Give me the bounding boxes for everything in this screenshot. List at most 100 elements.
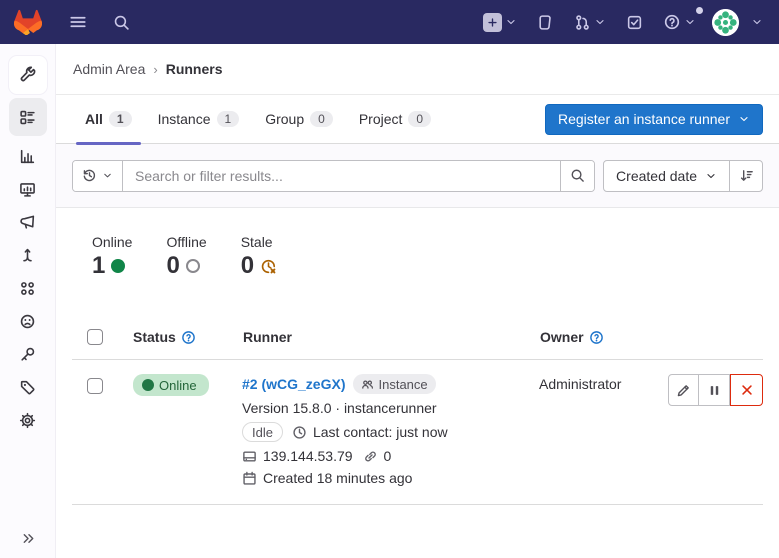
frown-face-icon (19, 313, 36, 330)
todos-icon[interactable] (622, 10, 647, 35)
runner-row: Online #2 (wCG_zeGX) Instance Version (72, 360, 763, 505)
issues-icon[interactable] (533, 10, 558, 35)
stat-stale-label: Stale (241, 234, 277, 250)
runner-created-line: Created 18 minutes ago (242, 470, 527, 486)
tab-group-label: Group (265, 111, 304, 127)
close-x-icon (740, 383, 754, 397)
stale-clock-icon (260, 258, 277, 275)
chevron-down-icon (505, 16, 517, 28)
tab-all-count: 1 (109, 111, 132, 127)
megaphone-icon (19, 214, 36, 231)
search-icon (570, 168, 585, 183)
sidebar-item-messages[interactable] (9, 206, 47, 239)
delete-runner-button[interactable] (730, 374, 763, 406)
filter-bar: Created date (56, 144, 779, 208)
edit-runner-button[interactable] (668, 374, 699, 406)
stat-offline: Offline 0 (166, 234, 206, 315)
chevron-down-icon (594, 16, 606, 28)
search-input[interactable] (123, 161, 560, 191)
column-header-owner: Owner (540, 329, 584, 345)
link-icon (363, 449, 378, 464)
user-avatar[interactable] (712, 9, 739, 36)
chevron-down-icon (102, 170, 113, 181)
tab-all-label: All (85, 111, 103, 127)
runner-last-contact-text: Last contact: just now (313, 424, 448, 440)
sidebar-item-overview[interactable] (9, 98, 47, 136)
users-icon (361, 378, 374, 391)
sidebar-item-settings[interactable] (9, 404, 47, 437)
notification-dot (696, 7, 703, 14)
runner-stats: Online 1 Offline 0 Stale 0 (56, 208, 779, 315)
history-icon (82, 168, 97, 183)
key-icon (19, 346, 36, 363)
filter-history-button[interactable] (73, 161, 123, 191)
register-button-label: Register an instance runner (558, 111, 730, 127)
column-header-runner: Runner (243, 329, 292, 345)
pause-icon (708, 384, 721, 397)
tab-instance-count: 1 (217, 111, 240, 127)
sidebar-item-system-hooks[interactable] (9, 239, 47, 272)
runner-actions (668, 374, 763, 406)
hook-icon (19, 247, 36, 264)
chevron-down-icon (738, 113, 750, 125)
runner-summary-cell: #2 (wCG_zeGX) Instance Version 15.8.0 · … (230, 374, 527, 486)
register-instance-runner-button[interactable]: Register an instance runner (545, 104, 763, 135)
stat-offline-value: 0 (166, 252, 179, 280)
breadcrumb-admin-area[interactable]: Admin Area (73, 61, 145, 77)
runner-version-text: Version 15.8.0 · instancerunner (242, 400, 437, 416)
top-navbar (0, 0, 779, 44)
merge-requests-icon[interactable] (570, 10, 610, 35)
help-menu-button[interactable] (659, 9, 700, 35)
runner-version-line: Version 15.8.0 · instancerunner (242, 400, 527, 416)
runner-type-text: Instance (378, 377, 427, 392)
chevron-down-icon (684, 16, 696, 28)
chevron-down-icon (751, 16, 763, 28)
online-dot-icon (142, 379, 154, 391)
stat-online-value: 1 (92, 252, 105, 280)
double-chevron-right-icon (21, 531, 36, 546)
stat-online-label: Online (92, 234, 132, 250)
stat-offline-label: Offline (166, 234, 206, 250)
select-all-checkbox[interactable] (87, 329, 103, 345)
gitlab-admin-runners-page: Admin Area › Runners All 1 Instance 1 Gr… (0, 0, 779, 558)
sort-descending-icon (739, 168, 754, 183)
owner-help-icon[interactable] (589, 330, 604, 345)
sidebar-item-admin-area[interactable] (9, 56, 47, 94)
search-icon[interactable] (109, 10, 134, 35)
tab-group[interactable]: Group 0 (252, 95, 346, 143)
admin-sidebar (0, 44, 56, 558)
new-menu-button[interactable] (479, 9, 521, 36)
status-help-icon[interactable] (181, 330, 196, 345)
sort-direction-button[interactable] (729, 161, 762, 191)
sidebar-item-deploy-keys[interactable] (9, 338, 47, 371)
sort-group: Created date (603, 160, 763, 192)
tab-all[interactable]: All 1 (72, 95, 145, 143)
row-checkbox[interactable] (87, 378, 103, 394)
navbar-right-actions (479, 9, 763, 36)
breadcrumb: Admin Area › Runners (56, 44, 779, 95)
sidebar-item-abuse-reports[interactable] (9, 305, 47, 338)
runner-ip-text: 139.144.53.79 (263, 448, 353, 464)
bar-chart-icon (19, 148, 36, 165)
sort-by-dropdown[interactable]: Created date (604, 161, 729, 191)
tab-instance[interactable]: Instance 1 (145, 95, 253, 143)
column-header-status: Status (133, 329, 176, 345)
chevron-down-icon (705, 170, 717, 182)
calendar-icon (242, 471, 257, 486)
search-submit-button[interactable] (560, 161, 594, 191)
plus-icon (483, 13, 502, 32)
gear-icon (19, 412, 36, 429)
breadcrumb-current: Runners (166, 61, 223, 77)
sidebar-expand-toggle[interactable] (0, 531, 56, 546)
runner-name-link[interactable]: #2 (wCG_zeGX) (242, 376, 345, 392)
sidebar-item-monitoring[interactable] (9, 173, 47, 206)
main-content: Admin Area › Runners All 1 Instance 1 Gr… (56, 44, 779, 558)
monitor-icon (19, 181, 36, 198)
sidebar-item-analytics[interactable] (9, 140, 47, 173)
sidebar-item-applications[interactable] (9, 272, 47, 305)
hamburger-menu-icon[interactable] (65, 9, 91, 35)
gitlab-logo-icon[interactable] (14, 9, 42, 35)
pause-runner-button[interactable] (699, 374, 730, 406)
tab-project[interactable]: Project 0 (346, 95, 444, 143)
sidebar-item-labels[interactable] (9, 371, 47, 404)
